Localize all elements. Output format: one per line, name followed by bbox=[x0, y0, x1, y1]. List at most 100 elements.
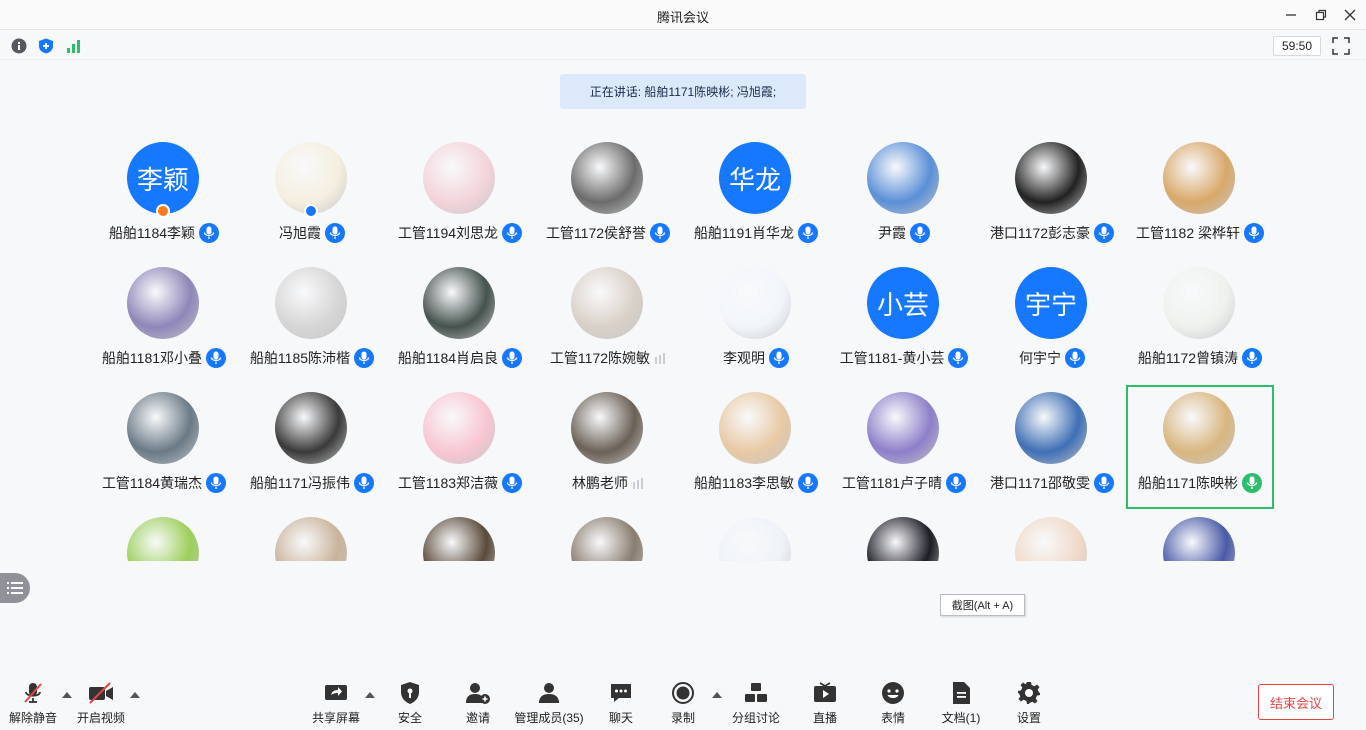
participant-name: 尹霞 bbox=[878, 225, 906, 241]
participant-tile[interactable]: 工管1172陈婉敏 bbox=[534, 260, 682, 384]
record-button[interactable]: 录制 bbox=[660, 680, 706, 726]
participant-tile[interactable]: 船舶1181邓小叠 bbox=[90, 260, 238, 384]
list-toggle-icon[interactable] bbox=[0, 573, 30, 603]
participant-tile[interactable] bbox=[978, 510, 1126, 561]
participant-tile[interactable] bbox=[1126, 510, 1274, 561]
participant-tile[interactable] bbox=[534, 510, 682, 561]
participant-avatar bbox=[867, 392, 939, 464]
mic-icon bbox=[1094, 473, 1115, 493]
participant-avatar: 小芸 bbox=[867, 267, 939, 339]
participant-name: 工管1181-黄小芸 bbox=[839, 350, 945, 366]
start-video-button[interactable]: 开启视频 bbox=[77, 680, 125, 726]
participant-tile[interactable]: 李观明 bbox=[682, 260, 830, 384]
participant-tile[interactable]: 工管1184黄瑞杰 bbox=[90, 385, 238, 509]
close-icon[interactable] bbox=[1337, 4, 1363, 26]
reactions-button[interactable]: 表情 bbox=[870, 680, 916, 726]
document-icon bbox=[948, 680, 974, 706]
participant-tile[interactable]: 宇宁 何宇宁 bbox=[978, 260, 1126, 384]
share-screen-button[interactable]: 共享屏幕 bbox=[312, 680, 361, 726]
participant-avatar: 宇宁 bbox=[1015, 267, 1087, 339]
participant-avatar bbox=[423, 392, 495, 464]
manage-members-button[interactable]: 管理成员(35) bbox=[514, 680, 584, 726]
participant-tile[interactable]: 冯旭霞 bbox=[238, 135, 386, 259]
restore-icon[interactable] bbox=[1308, 4, 1334, 26]
participant-name-row: 船舶1172曾镇涛 bbox=[1128, 348, 1272, 368]
share-screen-label: 共享屏幕 bbox=[312, 711, 361, 725]
participant-tile[interactable]: 华龙 船舶1191肖华龙 bbox=[682, 135, 830, 259]
participant-tile[interactable]: 船舶1184肖启良 bbox=[386, 260, 534, 384]
settings-button[interactable]: 设置 bbox=[1006, 680, 1052, 726]
screenshot-tooltip: 截图(Alt + A) bbox=[940, 594, 1025, 616]
mic-icon bbox=[354, 348, 375, 368]
speaking-banner: 正在讲话: 船舶1171陈映彬; 冯旭霞; bbox=[560, 74, 806, 109]
mic-icon bbox=[1065, 348, 1085, 368]
participant-tile[interactable]: 工管1183郑洁薇 bbox=[386, 385, 534, 509]
participant-name: 工管1183郑洁薇 bbox=[397, 475, 499, 491]
share-options-caret-icon[interactable] bbox=[365, 692, 375, 698]
participant-name-row: 船舶1171陈映彬 bbox=[1128, 473, 1272, 493]
muted-mic-icon bbox=[20, 680, 46, 706]
participant-name: 船舶1184肖启良 bbox=[397, 350, 499, 366]
participant-tile[interactable]: 工管1172侯舒誉 bbox=[534, 135, 682, 259]
fullscreen-icon[interactable] bbox=[1332, 37, 1350, 55]
participant-name-row: 工管1172侯舒誉 bbox=[536, 223, 680, 243]
chat-button[interactable]: 聊天 bbox=[598, 680, 644, 726]
security-button[interactable]: 安全 bbox=[387, 680, 433, 726]
participant-name-row: 船舶1184肖启良 bbox=[388, 348, 532, 368]
participant-tile[interactable]: 小芸工管1181-黄小芸 bbox=[830, 260, 978, 384]
participant-tile[interactable]: 港口1172彭志豪 bbox=[978, 135, 1126, 259]
signal-icon[interactable] bbox=[65, 37, 82, 54]
participant-name: 船舶1191肖华龙 bbox=[693, 225, 795, 241]
participant-tile[interactable]: 尹霞 bbox=[830, 135, 978, 259]
participant-tile[interactable]: 港口1171邵敬雯 bbox=[978, 385, 1126, 509]
participant-name: 船舶1183李思敏 bbox=[693, 475, 795, 491]
record-label: 录制 bbox=[670, 711, 695, 725]
participant-name: 船舶1181邓小叠 bbox=[101, 350, 203, 366]
participant-name: 船舶1171陈映彬 bbox=[1137, 475, 1239, 491]
minimize-icon[interactable] bbox=[1278, 4, 1304, 26]
record-options-caret-icon[interactable] bbox=[712, 692, 722, 698]
mic-icon bbox=[354, 473, 375, 493]
unmute-button[interactable]: 解除静音 bbox=[9, 680, 58, 726]
participant-name: 工管1172侯舒誉 bbox=[545, 225, 647, 241]
video-options-caret-icon[interactable] bbox=[130, 692, 140, 698]
documents-button[interactable]: 文档(1) bbox=[938, 680, 984, 726]
mic-icon bbox=[325, 223, 345, 243]
participant-tile[interactable] bbox=[386, 510, 534, 561]
end-meeting-button[interactable]: 结束会议 bbox=[1258, 684, 1334, 720]
participant-tile[interactable] bbox=[830, 510, 978, 561]
live-button[interactable]: 直播 bbox=[802, 680, 848, 726]
participant-avatar bbox=[571, 142, 643, 214]
participant-name-row: 工管1183郑洁薇 bbox=[388, 473, 532, 493]
participant-tile[interactable]: 工管1194刘思龙 bbox=[386, 135, 534, 259]
participant-tile[interactable] bbox=[682, 510, 830, 561]
unmute-label: 解除静音 bbox=[9, 711, 58, 725]
mic-icon bbox=[650, 223, 671, 243]
participant-tile[interactable]: 工管1181卢子晴 bbox=[830, 385, 978, 509]
shield-icon[interactable] bbox=[37, 37, 54, 54]
participant-tile[interactable]: 船舶1171陈映彬 bbox=[1126, 385, 1274, 509]
participant-tile[interactable]: 船舶1183李思敏 bbox=[682, 385, 830, 509]
participant-name: 工管1182 梁桦轩 bbox=[1136, 225, 1240, 241]
breakout-button[interactable]: 分组讨论 bbox=[732, 680, 780, 726]
mic-level-icon bbox=[654, 348, 666, 368]
title-bar: 腾讯会议 bbox=[0, 0, 1366, 30]
settings-label: 设置 bbox=[1016, 711, 1041, 725]
invite-label: 邀请 bbox=[465, 711, 490, 725]
participant-tile[interactable] bbox=[238, 510, 386, 561]
participant-tile[interactable] bbox=[90, 510, 238, 561]
participant-tile[interactable]: 船舶1172曾镇涛 bbox=[1126, 260, 1274, 384]
participant-tile[interactable]: 工管1182 梁桦轩 bbox=[1126, 135, 1274, 259]
participant-tile[interactable]: 船舶1185陈沛楷 bbox=[238, 260, 386, 384]
audio-options-caret-icon[interactable] bbox=[62, 692, 72, 698]
participant-tile[interactable]: 船舶1171冯振伟 bbox=[238, 385, 386, 509]
participant-avatar bbox=[1163, 142, 1235, 214]
mic-icon bbox=[1242, 473, 1263, 493]
participant-avatar bbox=[275, 392, 347, 464]
mic-icon bbox=[798, 223, 819, 243]
info-icon[interactable] bbox=[10, 37, 27, 54]
participant-tile[interactable]: 李颖 船舶1184李颖 bbox=[90, 135, 238, 259]
invite-button[interactable]: 邀请 bbox=[455, 680, 501, 726]
participant-tile[interactable]: 林鹏老师 bbox=[534, 385, 682, 509]
participant-name-row: 船舶1191肖华龙 bbox=[684, 223, 828, 243]
